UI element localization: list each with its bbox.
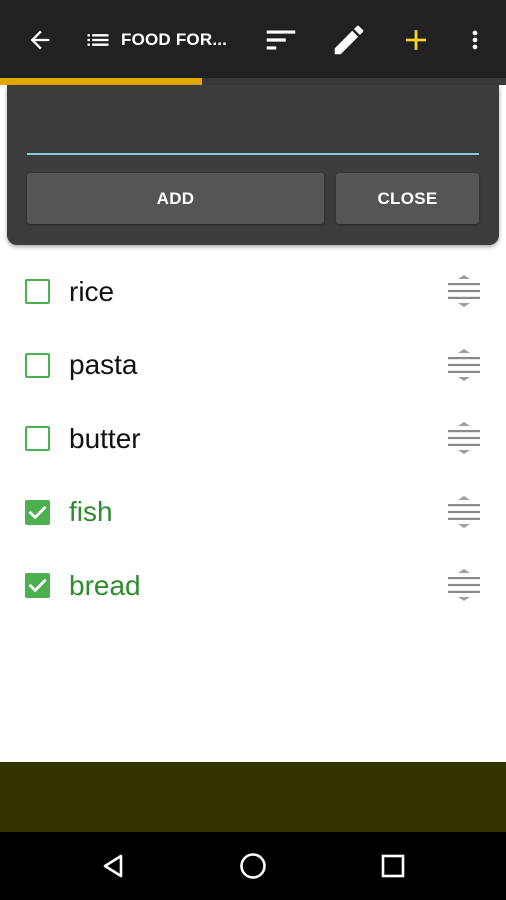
close-button[interactable]: CLOSE [336, 173, 479, 224]
item-label[interactable]: bread [69, 549, 141, 623]
drag-handle-icon[interactable] [446, 420, 482, 456]
add-item-panel: ADD CLOSE [7, 85, 499, 245]
drag-handle-icon[interactable] [446, 494, 482, 530]
drag-handle-icon[interactable] [446, 567, 482, 603]
item-checkbox[interactable] [25, 499, 50, 525]
item-list: rice pasta butter fish bread [0, 255, 506, 623]
sort-icon[interactable] [260, 0, 302, 80]
bottom-banner [0, 762, 506, 832]
add-button[interactable]: ADD [27, 173, 324, 224]
item-checkbox[interactable] [25, 426, 50, 451]
back-triangle-icon[interactable] [73, 832, 153, 900]
system-nav-bar [0, 832, 506, 900]
overflow-menu-icon[interactable] [460, 0, 490, 80]
add-plus-icon[interactable] [396, 0, 436, 80]
progress-bar [0, 78, 506, 85]
list-item[interactable]: rice [0, 255, 506, 329]
drag-handle-icon[interactable] [446, 273, 482, 309]
item-checkbox[interactable] [25, 352, 50, 378]
progress-bar-fill [0, 78, 203, 85]
item-checkbox[interactable] [25, 279, 50, 304]
item-label[interactable]: pasta [69, 329, 138, 403]
new-item-input[interactable] [27, 115, 479, 155]
item-checkbox[interactable] [25, 573, 50, 598]
recents-square-icon[interactable] [353, 832, 433, 900]
back-arrow-icon[interactable] [20, 0, 60, 80]
home-circle-icon[interactable] [213, 832, 293, 900]
item-label[interactable]: butter [69, 402, 141, 476]
item-label[interactable]: rice [69, 255, 114, 329]
list-icon[interactable] [82, 0, 114, 80]
item-label[interactable]: fish [69, 476, 113, 550]
list-item[interactable]: bread [0, 549, 506, 623]
list-title[interactable]: FOOD FOR... [121, 0, 231, 80]
list-item[interactable]: pasta [0, 329, 506, 403]
drag-handle-icon[interactable] [446, 347, 482, 383]
edit-pencil-icon[interactable] [328, 0, 370, 80]
list-item[interactable]: fish [0, 476, 506, 550]
list-item[interactable]: butter [0, 402, 506, 476]
app-toolbar: FOOD FOR... [0, 0, 506, 80]
